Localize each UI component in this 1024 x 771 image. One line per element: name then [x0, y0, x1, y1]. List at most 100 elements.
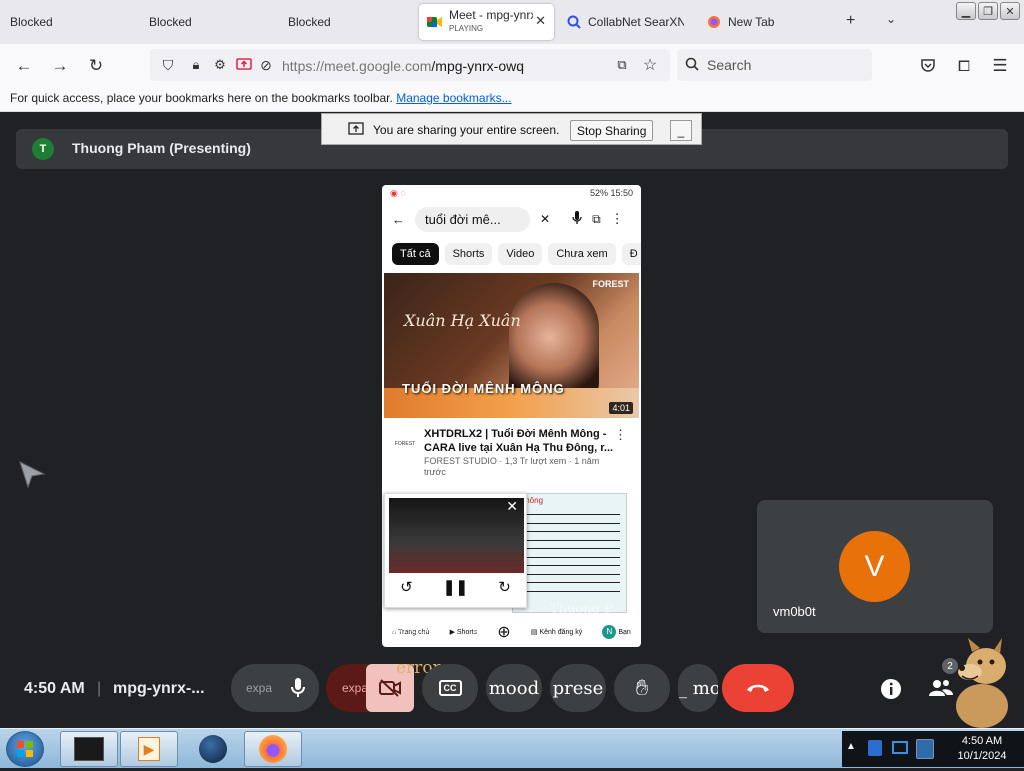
- tab-searxng[interactable]: CollabNet SearXN: [562, 4, 692, 40]
- leave-call-button[interactable]: [722, 664, 794, 712]
- bookmarks-toolbar: For quick access, place your bookmarks h…: [0, 88, 1024, 112]
- tracking-shield-icon[interactable]: ⛉: [156, 53, 180, 77]
- nav-create[interactable]: ⊕: [497, 622, 510, 642]
- reactions-button[interactable]: mood: [486, 664, 542, 712]
- shared-screen-phone: ◉ ◌ 52% 15:50 ← tuổi đời mê... ✕ ⧉ ⋮ Tất…: [382, 185, 641, 647]
- back-arrow-icon[interactable]: ←: [392, 212, 405, 227]
- bookmark-star-icon[interactable]: ☆: [638, 53, 662, 77]
- camera-off-icon: [379, 679, 401, 697]
- autoplay-blocked-icon[interactable]: ⊘: [254, 53, 278, 77]
- forward-arrow-icon[interactable]: →: [48, 54, 72, 78]
- taskbar-app-firefox[interactable]: [244, 731, 302, 767]
- permissions-icon[interactable]: ⚙: [208, 53, 232, 77]
- tab-new[interactable]: New Tab: [702, 4, 822, 40]
- video-title[interactable]: XHTDRLX2 | Tuổi Đời Mênh Mông - CARA liv…: [424, 427, 614, 455]
- taskbar-clock[interactable]: 4:50 AM 10/1/2024: [942, 734, 1022, 764]
- sharing-message: You are sharing your entire screen.: [373, 123, 560, 137]
- avatar: V: [839, 531, 910, 602]
- chip-all[interactable]: Tất cả: [392, 243, 439, 265]
- tab-blocked-2[interactable]: Blocked: [139, 4, 277, 40]
- chip-unwatched[interactable]: Chưa xem: [548, 243, 616, 265]
- back-arrow-icon[interactable]: ←: [12, 54, 36, 78]
- chip-video[interactable]: Video: [498, 243, 543, 265]
- microphone-button[interactable]: [277, 664, 319, 712]
- stop-sharing-button[interactable]: Stop Sharing: [570, 120, 654, 141]
- expand-less-label[interactable]: expa: [246, 681, 272, 695]
- tab-title: New Tab: [728, 15, 775, 29]
- chip-shorts[interactable]: Shorts: [444, 243, 493, 265]
- cast-icon[interactable]: ⧉: [592, 212, 601, 227]
- yt-search-bar: ← tuổi đời mê... ✕ ⧉ ⋮: [382, 201, 641, 237]
- mouse-pointer-icon: [18, 460, 46, 493]
- raise-hand-button[interactable]: ✋︎: [614, 664, 670, 712]
- new-tab-icon[interactable]: +: [846, 12, 855, 30]
- taskbar-app-globe[interactable]: [184, 731, 242, 767]
- nav-you[interactable]: N Bạn: [602, 625, 631, 639]
- miniplayer[interactable]: ✕ ↺ ❚❚ ↻: [384, 493, 527, 608]
- tab-blocked-3[interactable]: Blocked: [278, 4, 416, 40]
- tray-monitor-icon[interactable]: [892, 741, 908, 754]
- terminal-icon: [74, 737, 104, 761]
- tab-meet[interactable]: Meet - mpg-ynrx PLAYING ✕: [419, 4, 554, 40]
- reload-icon[interactable]: ↻: [84, 54, 108, 78]
- present-button[interactable]: prese: [550, 664, 606, 712]
- forward-10-icon[interactable]: ↻: [498, 578, 511, 596]
- microphone-icon[interactable]: [572, 210, 582, 228]
- restore-window-icon[interactable]: ❐: [978, 2, 998, 20]
- tab-list-chevron-icon[interactable]: ⌄: [886, 12, 896, 26]
- overlay-label: presen: [392, 618, 448, 637]
- rewind-10-icon[interactable]: ↺: [400, 578, 413, 596]
- extensions-icon[interactable]: ⧠: [952, 54, 976, 78]
- participant-tile[interactable]: V vm0b0t: [757, 500, 993, 633]
- separator: |: [97, 680, 102, 697]
- video-thumbnail[interactable]: FOREST Xuân Hạ Xuân TUỔI ĐỜI MÊNH MÔNG 4…: [384, 273, 639, 418]
- firefox-icon: [706, 14, 722, 30]
- clear-icon[interactable]: ✕: [540, 212, 550, 226]
- video-meta: FOREST STUDIO · 1,3 Tr lượt xem · 1 năm …: [424, 456, 600, 477]
- url-text: https://meet.google.com/mpg-ynrx-owq: [282, 58, 525, 74]
- channel-logo[interactable]: FOREST: [392, 431, 418, 457]
- show-hidden-icons[interactable]: ▲: [846, 741, 856, 752]
- taskbar-date: 10/1/2024: [957, 750, 1007, 762]
- tray-app-icon[interactable]: [868, 740, 882, 756]
- participant-name: vm0b0t: [773, 604, 816, 619]
- captions-button[interactable]: CC: [422, 664, 478, 712]
- manage-bookmarks-link[interactable]: Manage bookmarks...: [396, 91, 511, 105]
- more-icon: _ mor: [678, 677, 718, 699]
- close-tab-icon[interactable]: ✕: [535, 13, 546, 29]
- pause-icon[interactable]: ❚❚: [443, 578, 468, 596]
- taskbar-app-media[interactable]: ▶: [120, 731, 178, 767]
- miniplayer-controls: ↺ ❚❚ ↻: [385, 578, 526, 596]
- hamburger-menu-icon[interactable]: ☰: [988, 54, 1012, 78]
- picture-in-picture-icon[interactable]: ⧉: [610, 53, 634, 77]
- meeting-controls: 4:50 AM | mpg-ynrx-... expa expand less …: [0, 658, 1024, 712]
- screen-share-icon[interactable]: [232, 53, 256, 77]
- media-player-icon: ▶: [138, 737, 160, 761]
- nav-subscriptions[interactable]: ▤ Kênh đăng ký: [531, 628, 582, 636]
- share-screen-icon: [348, 122, 364, 139]
- thumb-title: TUỔI ĐỜI MÊNH MÔNG: [402, 381, 565, 396]
- google-meet-icon: [427, 14, 443, 30]
- more-options-button[interactable]: _ mor: [678, 664, 718, 712]
- start-button[interactable]: [6, 731, 44, 767]
- minimize-window-icon[interactable]: ▁: [956, 2, 976, 20]
- meeting-info-icon[interactable]: [880, 678, 902, 705]
- search-input[interactable]: Search: [677, 49, 872, 81]
- taskbar-app-terminal[interactable]: [60, 731, 118, 767]
- yt-search-query[interactable]: tuổi đời mê...: [415, 206, 530, 232]
- more-vert-icon[interactable]: ⋮: [611, 211, 624, 227]
- tab-title: Meet - mpg-ynrx: [449, 9, 533, 22]
- lock-icon[interactable]: 🔒︎: [184, 53, 208, 77]
- sheet-music-thumbnail[interactable]: mông: [512, 493, 627, 613]
- address-bar[interactable]: ⛉ 🔒︎ ⚙ ⊘ https://meet.google.com/mpg-ynr…: [150, 49, 670, 81]
- chip-more[interactable]: Đ: [621, 243, 641, 265]
- tray-network-icon[interactable]: [916, 739, 934, 759]
- close-window-icon[interactable]: ✕: [1000, 2, 1020, 20]
- tab-title: Blocked: [10, 15, 53, 29]
- os-taskbar: ▶ ▲ 4:50 AM 10/1/2024: [0, 728, 1024, 768]
- tab-blocked-1[interactable]: Blocked: [0, 4, 138, 40]
- pocket-icon[interactable]: [916, 54, 940, 78]
- more-vert-icon[interactable]: ⋮: [614, 427, 627, 443]
- minimize-banner-button[interactable]: _: [670, 120, 692, 141]
- close-icon[interactable]: ✕: [506, 498, 518, 515]
